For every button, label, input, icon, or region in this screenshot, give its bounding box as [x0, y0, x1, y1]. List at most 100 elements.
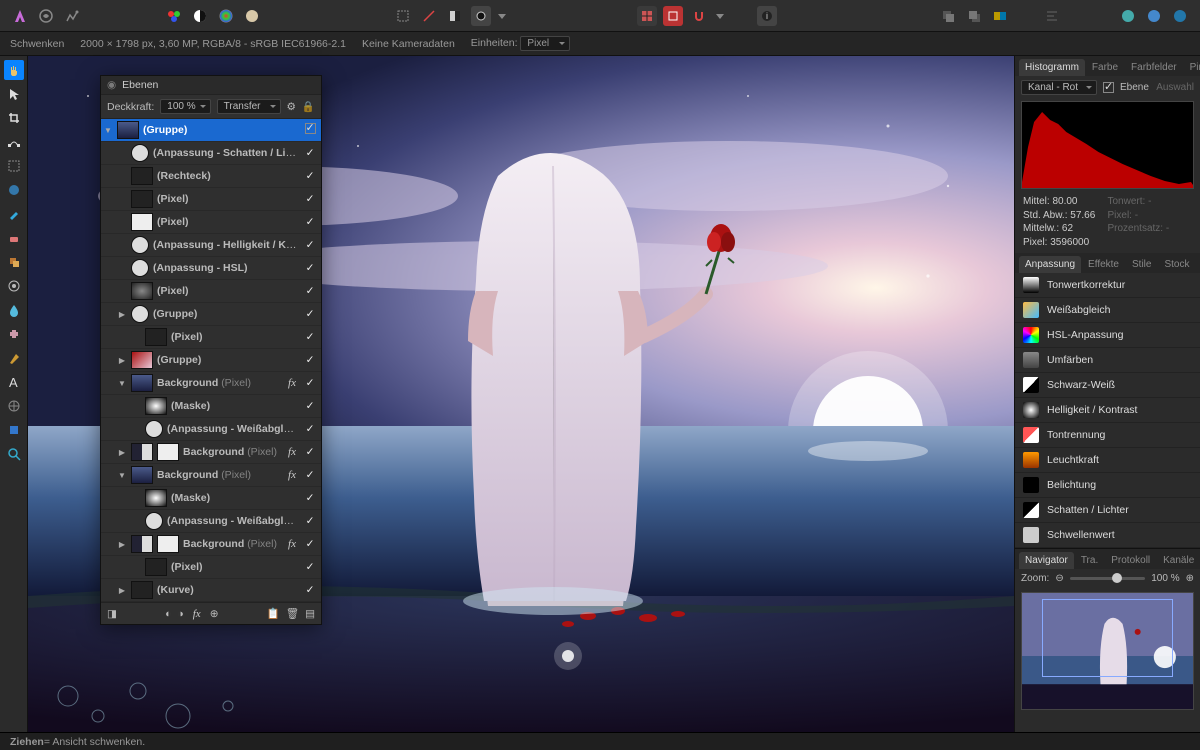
disclosure-icon[interactable]: ▼ [103, 126, 113, 135]
fx-indicator-icon[interactable]: fx [285, 469, 299, 481]
tab-color[interactable]: Farbe [1086, 59, 1124, 76]
mask-icon[interactable]: ◐ [165, 608, 171, 620]
tab-transform[interactable]: Tra. [1075, 552, 1104, 569]
tab-history[interactable]: Protokoll [1105, 552, 1156, 569]
tab-histogram[interactable]: Histogramm [1019, 59, 1085, 76]
zoom-out-icon[interactable]: ⊖ [1055, 573, 1063, 584]
layer-checkbox[interactable] [1103, 82, 1114, 93]
layer-edit-icon[interactable]: ◨ [107, 608, 117, 620]
chat-icon[interactable] [1118, 6, 1138, 26]
fx-indicator-icon[interactable]: fx [285, 446, 299, 458]
adjustment-item[interactable]: HSL-Anpassung [1015, 323, 1200, 348]
disclosure-icon[interactable]: ▶ [117, 356, 127, 365]
layers-panel-title[interactable]: ◉ Ebenen [101, 76, 321, 94]
adjustment-item[interactable]: Tontrennung [1015, 423, 1200, 448]
magnet-icon[interactable] [689, 6, 709, 26]
adjustment-item[interactable]: Belichtung [1015, 473, 1200, 498]
dodge-tool-icon[interactable] [4, 276, 24, 296]
snap-enabled-icon[interactable] [663, 6, 683, 26]
align-icon[interactable] [1042, 6, 1062, 26]
swatches-icon[interactable] [164, 6, 184, 26]
tab-navigator[interactable]: Navigator [1019, 552, 1074, 569]
dropdown-caret-icon[interactable] [497, 6, 507, 26]
layer-row[interactable]: (Pixel)✓ [101, 280, 321, 303]
adjustment-item[interactable]: Leuchtkraft [1015, 448, 1200, 473]
tab-swatches[interactable]: Farbfelder [1125, 59, 1183, 76]
layer-row[interactable]: ▶Background (Pixel)fx✓ [101, 441, 321, 464]
mesh-tool-icon[interactable] [4, 396, 24, 416]
visibility-icon[interactable]: ✓ [303, 423, 317, 435]
adjustment-item[interactable]: Tonwertkorrektur [1015, 273, 1200, 298]
grid-icon[interactable] [637, 6, 657, 26]
visibility-icon[interactable]: ✓ [303, 170, 317, 182]
visibility-icon[interactable]: ✓ [303, 193, 317, 205]
grayscale-icon[interactable] [190, 6, 210, 26]
layer-row[interactable]: ▶Background (Pixel)fx✓ [101, 533, 321, 556]
layer-row[interactable]: (Pixel)✓ [101, 211, 321, 234]
panel-pin-icon[interactable]: ◉ [107, 79, 116, 91]
arrange-back-icon[interactable] [938, 6, 958, 26]
visibility-icon[interactable]: ✓ [303, 584, 317, 596]
tab-channels[interactable]: Kanäle [1157, 552, 1200, 569]
adjustment-item[interactable]: Schwellenwert [1015, 523, 1200, 548]
flood-tool-icon[interactable] [4, 180, 24, 200]
tab-stock[interactable]: Stock [1158, 256, 1195, 273]
quickmask-icon[interactable] [471, 6, 491, 26]
brush-tool-icon[interactable] [4, 204, 24, 224]
layer-row[interactable]: (Maske)✓ [101, 487, 321, 510]
gear-icon[interactable]: ⚙ [287, 101, 296, 113]
visibility-icon[interactable]: ✓ [303, 446, 317, 458]
tab-brushes[interactable]: Pinsel [1184, 59, 1200, 76]
layer-row[interactable]: (Anpassung - Schatten / Lichter)✓ [101, 142, 321, 165]
clone-tool-icon[interactable] [4, 252, 24, 272]
adjustment-icon[interactable]: ◑ [177, 608, 183, 620]
assistant-icon[interactable]: i [757, 6, 777, 26]
fx-indicator-icon[interactable]: fx [285, 538, 299, 550]
zoom-tool-icon[interactable] [4, 444, 24, 464]
shape-tool-icon[interactable] [4, 420, 24, 440]
visibility-icon[interactable]: ✓ [303, 377, 317, 389]
arrange-forward-icon[interactable] [964, 6, 984, 26]
tab-effects[interactable]: Effekte [1082, 256, 1125, 273]
visibility-icon[interactable]: ✓ [303, 147, 317, 159]
disclosure-icon[interactable]: ▼ [117, 379, 127, 388]
layer-row[interactable]: (Anpassung - HSL)✓ [101, 257, 321, 280]
visibility-icon[interactable]: ✓ [303, 262, 317, 274]
group-icon[interactable] [990, 6, 1010, 26]
heal-tool-icon[interactable] [4, 324, 24, 344]
layer-row[interactable]: ▶(Gruppe)✓ [101, 303, 321, 326]
layer-row[interactable]: (Rechteck)✓ [101, 165, 321, 188]
clip-icon[interactable]: 📋 [267, 607, 280, 620]
add-layer-icon[interactable]: ▤ [305, 608, 315, 620]
layer-row[interactable]: ▼(Gruppe) [101, 119, 321, 142]
erase-tool-icon[interactable] [4, 228, 24, 248]
channel-dropdown[interactable]: Kanal - Rot [1021, 80, 1097, 95]
visibility-checkbox[interactable] [303, 123, 317, 137]
layers-panel[interactable]: ◉ Ebenen Deckkraft: 100 % Transfer ⚙ 🔒 ▼… [100, 75, 322, 625]
visibility-icon[interactable]: ✓ [303, 239, 317, 251]
persona-develop-icon[interactable] [62, 6, 82, 26]
zoom-in-icon[interactable]: ⊕ [1186, 573, 1194, 584]
zoom-slider[interactable] [1070, 577, 1146, 580]
disclosure-icon[interactable]: ▶ [117, 310, 127, 319]
visibility-icon[interactable]: ✓ [303, 285, 317, 297]
layer-row[interactable]: ▼Background (Pixel)fx✓ [101, 372, 321, 395]
navigator-preview[interactable] [1021, 592, 1194, 710]
adjustment-item[interactable]: Weißabgleich [1015, 298, 1200, 323]
disclosure-icon[interactable]: ▶ [117, 448, 127, 457]
auto-icon[interactable]: ⊕ [210, 608, 219, 620]
layer-row[interactable]: ▶(Gruppe)✓ [101, 349, 321, 372]
navigator-viewport-box[interactable] [1042, 599, 1173, 677]
tab-styles[interactable]: Stile [1126, 256, 1157, 273]
hand-tool-icon[interactable] [4, 60, 24, 80]
blur-tool-icon[interactable] [4, 300, 24, 320]
persona-liquify-icon[interactable] [36, 6, 56, 26]
move-tool-icon[interactable] [4, 84, 24, 104]
fx-indicator-icon[interactable]: fx [285, 377, 299, 389]
layer-row[interactable]: (Pixel)✓ [101, 556, 321, 579]
layer-row[interactable]: ▼Background (Pixel)fx✓ [101, 464, 321, 487]
visibility-icon[interactable]: ✓ [303, 561, 317, 573]
layer-row[interactable]: (Anpassung - Helligkeit / Kontrast)✓ [101, 234, 321, 257]
selection-box-icon[interactable] [393, 6, 413, 26]
visibility-icon[interactable]: ✓ [303, 538, 317, 550]
